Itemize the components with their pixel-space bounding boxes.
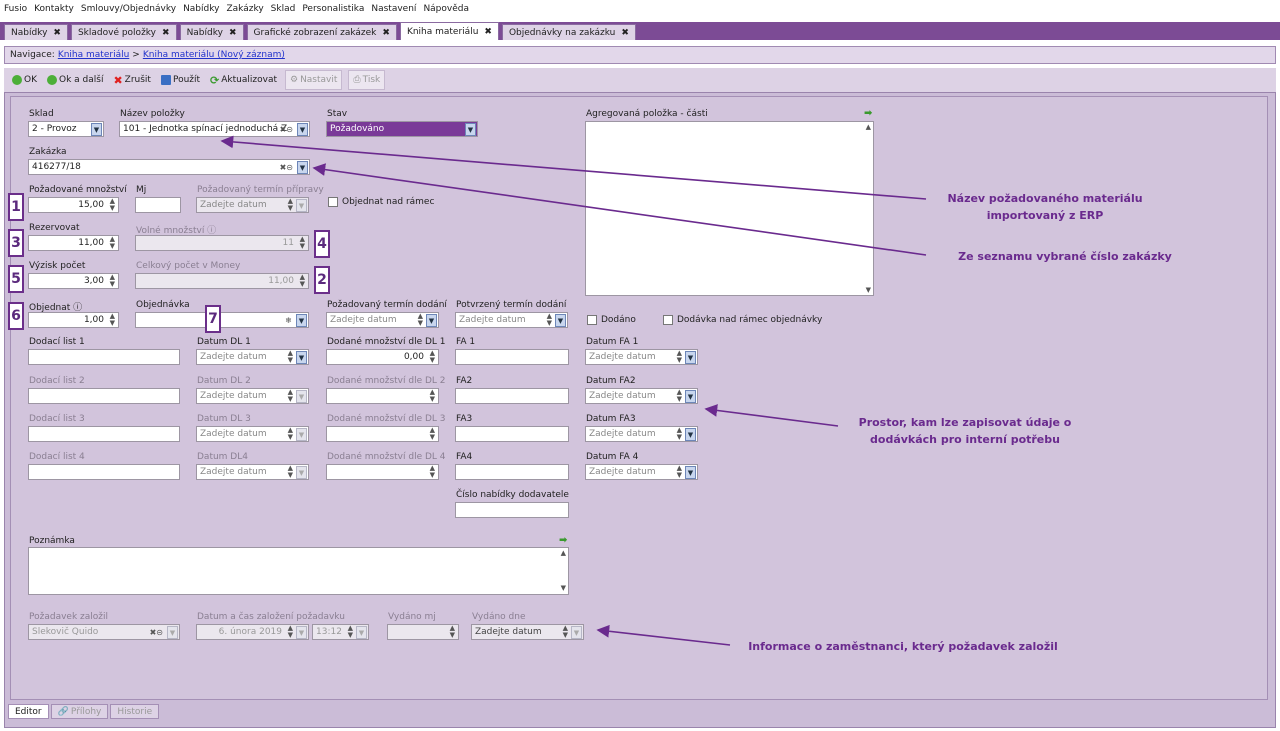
arrow-zakazka (312, 163, 927, 256)
arrow-dodavky (704, 404, 839, 427)
annotation-arrows (220, 135, 927, 646)
arrow-zamestnanec (596, 624, 731, 646)
note-line: Prostor, kam lze zapisovat údaje o (858, 416, 1072, 429)
annotation-note-zakazka: Ze seznamu vybrané číslo zakázky (958, 250, 1172, 263)
annotation-note-dodavky: Prostor, kam lze zapisovat údaje o dodávk… (845, 414, 1085, 448)
annotation-note-nazev: Název požadovaného materiálu importovaný … (935, 190, 1155, 224)
annotation-note-zamestnanec: Informace o zaměstnanci, který požadavek… (748, 640, 1058, 653)
note-line: Název požadovaného materiálu (947, 192, 1143, 205)
note-line: importovaný z ERP (986, 209, 1104, 222)
note-line: dodávkách pro interní potřebu (870, 433, 1060, 446)
